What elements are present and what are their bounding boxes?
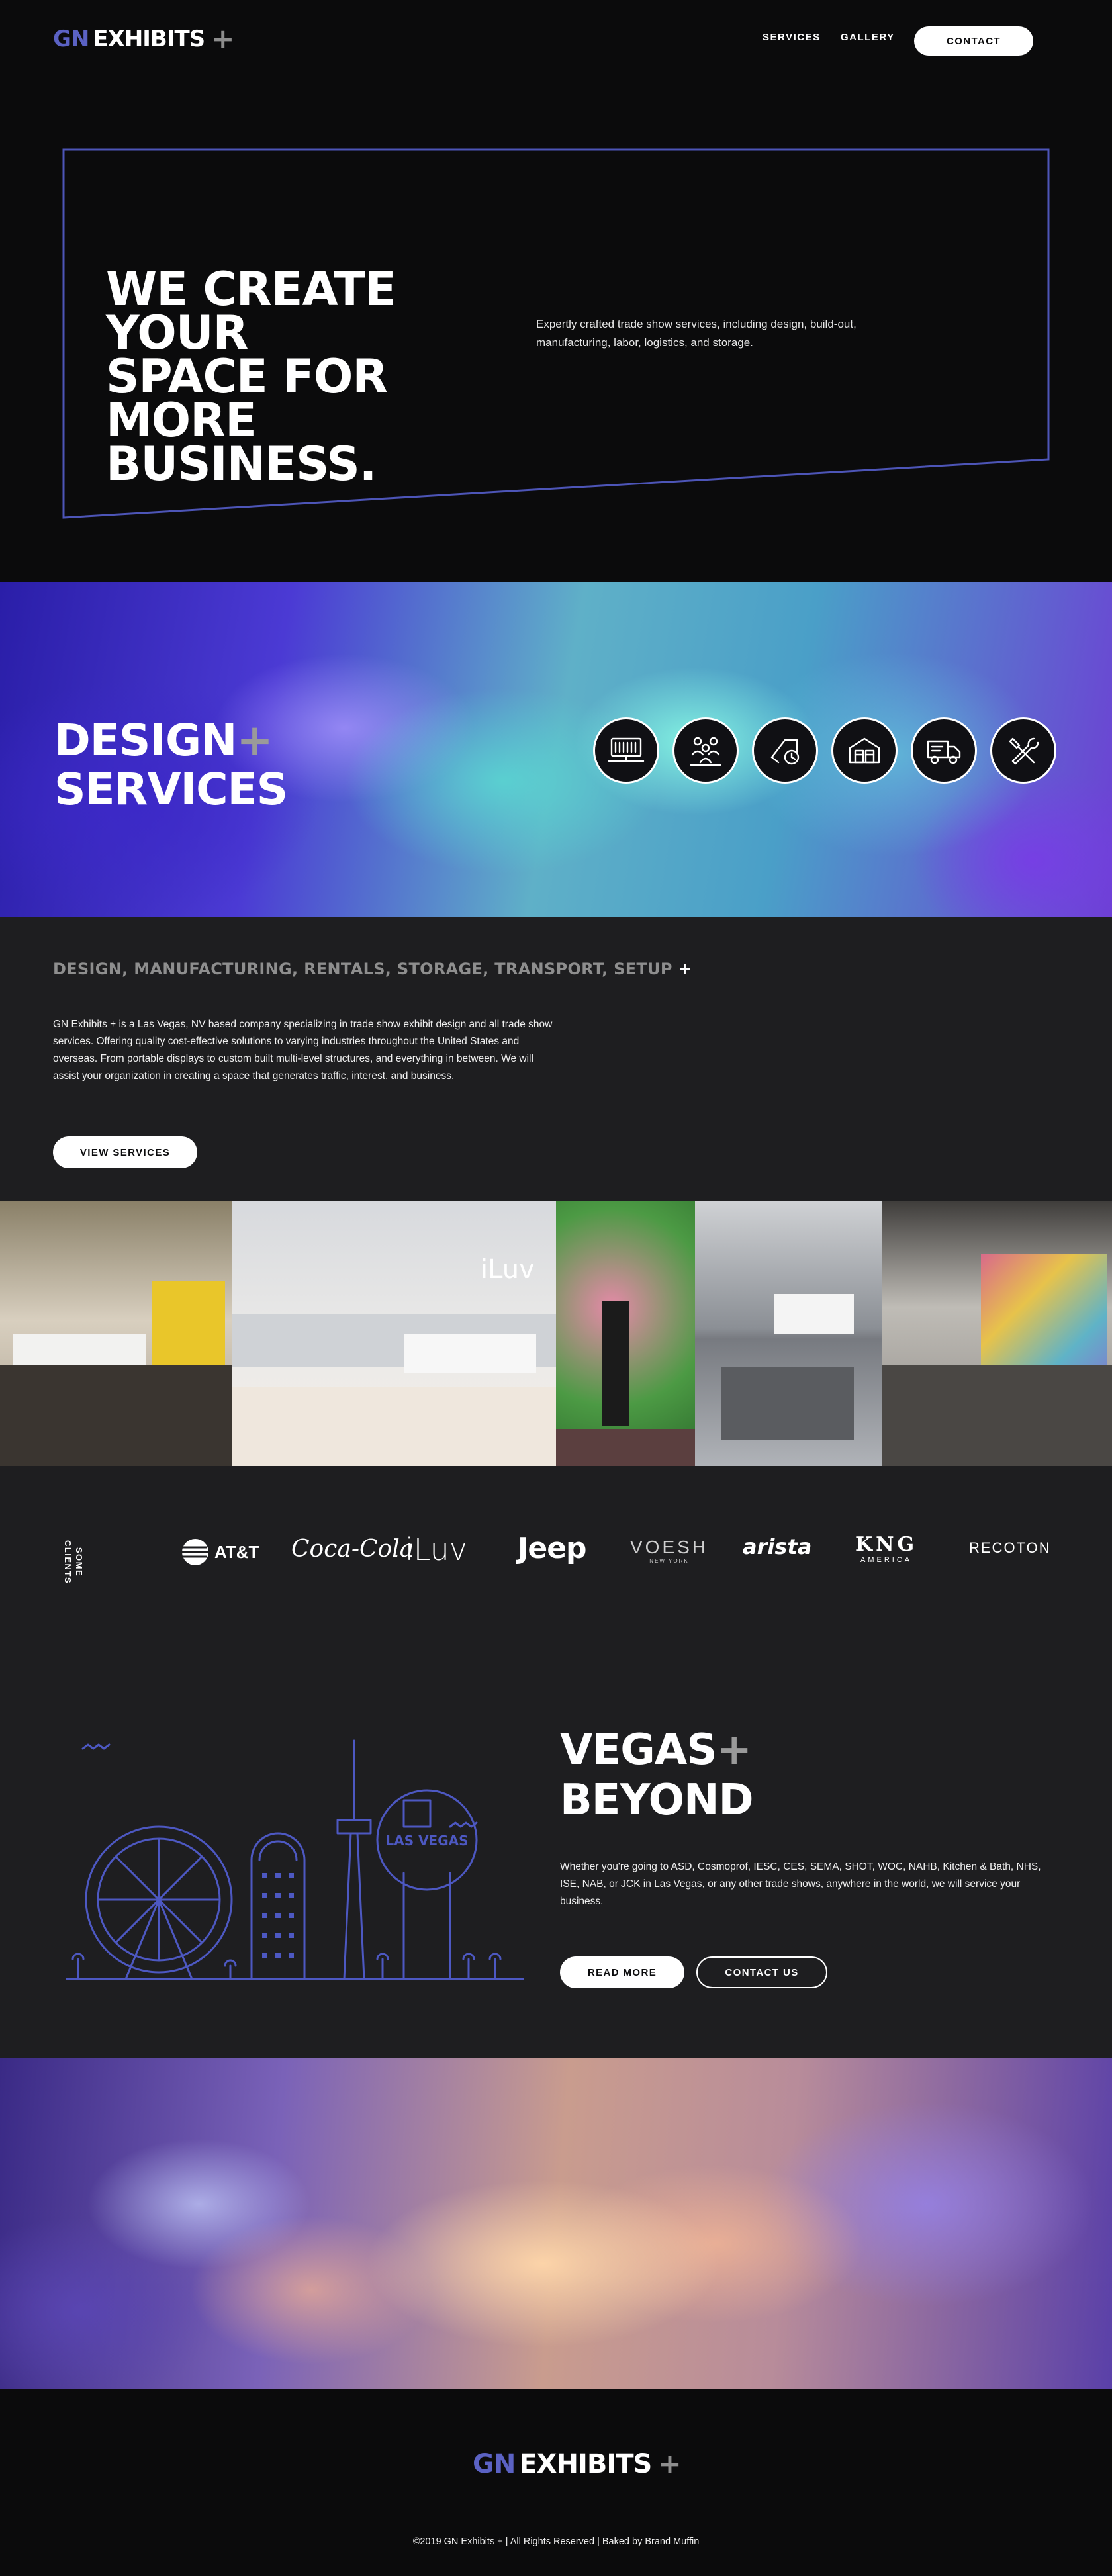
contact-button[interactable]: CONTACT <box>914 26 1033 56</box>
clients-label-line: SOME <box>74 1547 84 1577</box>
att-globe-icon <box>182 1539 208 1565</box>
site-footer <box>0 2389 1112 2576</box>
view-services-button[interactable]: VIEW SERVICES <box>53 1136 197 1168</box>
contact-us-button[interactable]: CONTACT US <box>696 1956 827 1988</box>
clients-label: SOME CLIENTS <box>62 1536 85 1588</box>
vegas-description: Whether you're going to ASD, Cosmoprof, … <box>560 1861 1041 1907</box>
top-navigation: GN EXHIBITS + SERVICES GALLERY CONTACT <box>0 0 1112 79</box>
hero-subtitle: Expertly crafted trade show services, in… <box>536 318 857 349</box>
delivery-truck-icon[interactable] <box>911 717 977 784</box>
cosmic-banner-image <box>0 2058 1112 2389</box>
voesh-logo-subtext: NEW YORK <box>649 1558 689 1564</box>
site-logo[interactable]: GN EXHIBITS + <box>53 25 234 53</box>
gallery-photo[interactable] <box>695 1201 882 1466</box>
hero-title: WE CREATE YOUR SPACE FOR MORE BUSINESS. <box>106 262 477 491</box>
read-more-button[interactable]: READ MORE <box>560 1956 684 1988</box>
hero-title-line: SPACE FOR MORE <box>106 349 388 447</box>
warehouse-storage-icon[interactable] <box>831 717 898 784</box>
nav-link-gallery[interactable]: GALLERY <box>841 32 895 43</box>
display-booth-icon[interactable] <box>593 717 659 784</box>
clients-label-line: CLIENTS <box>63 1540 73 1585</box>
recoton-logo: RECOTON <box>969 1540 1051 1556</box>
tools-setup-icon[interactable] <box>990 717 1056 784</box>
gallery-photo[interactable] <box>556 1201 695 1466</box>
coca-cola-logo: Coca-Cola <box>291 1536 414 1563</box>
logo-gn-text: GN <box>473 2449 516 2479</box>
iluv-logo: iLuv <box>405 1532 467 1567</box>
vegas-title-line2: BEYOND <box>560 1776 754 1825</box>
vegas-title-plus: + <box>716 1725 752 1774</box>
photo-gallery: iLuv <box>0 1201 1112 1466</box>
cosmic-warm-background <box>0 2058 1112 2389</box>
logo-plus-icon: + <box>658 2448 681 2480</box>
logo-plus-icon: + <box>211 23 234 55</box>
nav-link-services[interactable]: SERVICES <box>763 32 821 43</box>
services-description: GN Exhibits + is a Las Vegas, NV based c… <box>53 1019 553 1081</box>
gallery-photo[interactable] <box>0 1201 232 1466</box>
voesh-logo-text: VOESH <box>630 1537 709 1557</box>
design-services-title: DESIGN+ SERVICES <box>54 715 288 815</box>
att-logo-text: AT&T <box>214 1541 259 1562</box>
team-labor-icon[interactable] <box>672 717 739 784</box>
att-logo: AT&T <box>180 1537 259 1567</box>
gallery-photo[interactable] <box>882 1201 1112 1466</box>
logo-exhibits-text: EXHIBITS <box>93 26 205 52</box>
footer-logo[interactable]: GN EXHIBITS + <box>473 2448 682 2480</box>
design-clock-icon[interactable] <box>752 717 818 784</box>
kng-logo-subtext: AMERICA <box>860 1556 913 1564</box>
services-heading-plus: + <box>678 960 692 978</box>
hero-title-line: WE CREATE YOUR <box>106 262 396 360</box>
las-vegas-skyline-illustration: LAS VEGAS <box>66 1739 524 1980</box>
copyright-text: ©2019 GN Exhibits + | All Rights Reserve… <box>412 2536 700 2547</box>
kng-logo-text: KNG <box>855 1533 918 1556</box>
gallery-photo[interactable]: iLuv <box>232 1201 556 1466</box>
logo-exhibits-text: EXHIBITS <box>519 2449 652 2479</box>
logo-gn-text: GN <box>53 26 89 52</box>
design-title-line2: SERVICES <box>54 764 288 815</box>
las-vegas-sign-text: LAS VEGAS <box>385 1833 468 1849</box>
design-title-line1: DESIGN <box>54 715 237 766</box>
vegas-title-line1: VEGAS <box>560 1725 717 1774</box>
jeep-logo: Jeep <box>518 1532 587 1565</box>
arista-logo: arista <box>743 1534 812 1559</box>
photo-iluv-sign: iLuv <box>481 1254 535 1285</box>
voesh-logo: VOESH NEW YORK <box>630 1537 708 1564</box>
kng-america-logo: KNG AMERICA <box>855 1533 917 1564</box>
hero-title-line: BUSINESS. <box>106 437 377 491</box>
vegas-beyond-title: VEGAS+ BEYOND <box>560 1725 754 1825</box>
services-heading-text: DESIGN, MANUFACTURING, RENTALS, STORAGE,… <box>53 960 672 978</box>
services-heading: DESIGN, MANUFACTURING, RENTALS, STORAGE,… <box>53 960 692 978</box>
design-title-plus: + <box>236 715 273 766</box>
